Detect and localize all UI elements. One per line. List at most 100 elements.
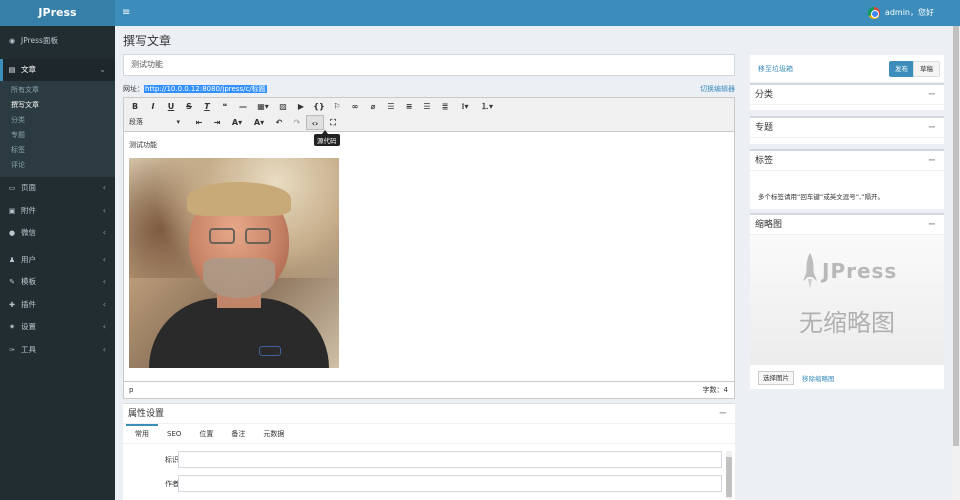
collapse-icon[interactable]: − (719, 404, 727, 424)
avatar (867, 7, 880, 19)
italic-icon[interactable]: I (144, 99, 162, 114)
sidebar-item-user[interactable]: ♟ 用户 ‹ (0, 249, 115, 272)
word-count: 字数：4 (702, 386, 728, 394)
underline-icon[interactable]: U (162, 99, 180, 114)
author-input[interactable] (178, 475, 722, 492)
collapse-icon[interactable]: − (928, 151, 936, 171)
tab-metadata[interactable]: 元数据 (254, 424, 293, 443)
strikethrough-icon[interactable]: S (180, 99, 198, 114)
submenu-comments[interactable]: 评论 (0, 158, 115, 173)
undo-icon[interactable]: ↶ (270, 115, 288, 130)
attribute-settings-panel: 属性设置 − 常用 SEO 位置 备注 元数据 标识 作者 (123, 403, 735, 500)
text-color-icon[interactable]: A▾ (226, 115, 248, 130)
tags-input[interactable] (755, 171, 939, 187)
source-code-icon[interactable]: ‹› (306, 115, 324, 130)
attribute-scrollbar[interactable] (726, 451, 732, 499)
content-image[interactable] (129, 158, 339, 368)
tags-panel: 标签 − 多个标签请用“回车键”或英文逗号“,”隔开。 (750, 149, 944, 209)
sidebar-item-template[interactable]: ✎ 模板 ‹ (0, 271, 115, 294)
submenu-all-articles[interactable]: 所有文章 (0, 83, 115, 98)
fullscreen-icon[interactable]: ⛶ (324, 115, 342, 130)
submenu-tags[interactable]: 标签 (0, 143, 115, 158)
thumbnail-placeholder[interactable]: JPress 无缩略图 (750, 235, 944, 365)
indent-icon[interactable]: ⇥ (208, 115, 226, 130)
topic-header: 专题 − (750, 118, 944, 138)
article-title-input[interactable]: 测试功能 (123, 54, 735, 76)
horizontal-rule-icon[interactable]: — (234, 99, 252, 114)
tab-notes[interactable]: 备注 (222, 424, 254, 443)
table-icon[interactable]: ▦▾ (252, 99, 274, 114)
sidebar-item-attachment[interactable]: ▣ 附件 ‹ (0, 200, 115, 223)
sidebar-item-tools[interactable]: ✑ 工具 ‹ (0, 339, 115, 362)
code-block-icon[interactable]: {} (310, 99, 328, 114)
video-icon[interactable]: ▶ (292, 99, 310, 114)
tab-common[interactable]: 常用 (126, 424, 158, 443)
photo-glasses-right (245, 228, 271, 244)
move-to-trash-link[interactable]: 移至垃圾箱 (758, 64, 793, 74)
url-link[interactable]: http://10.0.0.12:8080/jpress/c/标题 (144, 85, 267, 93)
url-row: 网址：http://10.0.0.12:8080/jpress/c/标题 切换编… (123, 84, 735, 94)
sidebar-item-dashboard[interactable]: ◉ JPress面板 (0, 30, 115, 53)
switch-editor-link[interactable]: 切换编辑器 (700, 84, 735, 94)
submenu-category[interactable]: 分类 (0, 113, 115, 128)
sidebar-item-label: 附件 (21, 205, 36, 215)
sidebar-item-label: 设置 (21, 322, 36, 331)
scrollbar-thumb[interactable] (953, 26, 959, 446)
app-logo[interactable]: JPress (0, 0, 115, 26)
tab-seo[interactable]: SEO (158, 424, 190, 443)
bullet-list-icon[interactable]: ⁝▾ (454, 99, 476, 114)
submenu-topic[interactable]: 专题 (0, 128, 115, 143)
page-scrollbar[interactable] (952, 26, 960, 500)
panel-title: 专题 (755, 123, 774, 133)
submenu-write-article[interactable]: 撰写文章 (0, 98, 115, 113)
menu-toggle-button[interactable]: ≡ (122, 0, 130, 26)
align-justify-icon[interactable]: ≣ (436, 99, 454, 114)
collapse-icon[interactable]: − (928, 215, 936, 235)
image-icon[interactable]: ▨ (274, 99, 292, 114)
user-menu[interactable]: admin，您好 (867, 0, 934, 26)
category-panel: 分类 − (750, 83, 944, 110)
link-icon[interactable]: ∞ (346, 99, 364, 114)
photo-glasses-left (209, 228, 235, 244)
numbered-list-icon[interactable]: ⒈▾ (476, 99, 498, 114)
toolbar-row-2: 段落 ⇤ ⇥ A▾ A▾ ↶ ↷ ‹› ⛶ (126, 115, 342, 130)
sidebar-item-label: 插件 (21, 299, 36, 309)
photo-beard (203, 258, 275, 298)
blockquote-icon[interactable]: ❝ (216, 99, 234, 114)
scrollbar-thumb[interactable] (726, 457, 732, 497)
editor-content[interactable]: 测试功能 (124, 132, 734, 376)
align-right-icon[interactable]: ☰ (418, 99, 436, 114)
category-header: 分类 − (750, 85, 944, 105)
remove-thumbnail-link[interactable]: 移除缩略图 (802, 373, 835, 383)
align-left-icon[interactable]: ☰ (382, 99, 400, 114)
background-color-icon[interactable]: A▾ (248, 115, 270, 130)
bookmark-icon[interactable]: ⚐ (328, 99, 346, 114)
tab-position[interactable]: 位置 (190, 424, 222, 443)
content-text: 测试功能 (129, 141, 157, 149)
collapse-icon[interactable]: − (928, 118, 936, 138)
sidebar-item-plugin[interactable]: ✚ 插件 ‹ (0, 294, 115, 317)
element-path[interactable]: p (129, 386, 133, 394)
photo-shirt (149, 298, 329, 368)
clear-format-icon[interactable]: T (198, 99, 216, 114)
sidebar-item-wechat[interactable]: ● 微信 ‹ (0, 222, 115, 245)
sidebar-item-article[interactable]: ▤ 文章 ⌄ (0, 58, 115, 81)
select-image-button[interactable]: 选择图片 (758, 371, 794, 385)
draft-button[interactable]: 草稿 (913, 61, 940, 77)
editor-statusbar: p 字数：4 (124, 381, 734, 398)
publish-button[interactable]: 发布 (889, 61, 914, 77)
redo-icon[interactable]: ↷ (288, 115, 306, 130)
sidebar-item-settings[interactable]: ✷ 设置 ‹ (0, 316, 115, 339)
dashboard-icon: ◉ (8, 37, 16, 45)
format-select[interactable]: 段落 (126, 115, 184, 130)
outdent-icon[interactable]: ⇤ (190, 115, 208, 130)
tags-header: 标签 − (750, 151, 944, 171)
sidebar-item-page[interactable]: ▭ 页面 ‹ (0, 177, 115, 200)
slug-input[interactable] (178, 451, 722, 468)
chevron-left-icon: ‹ (102, 228, 106, 237)
bold-icon[interactable]: B (126, 99, 144, 114)
unlink-icon[interactable]: ⌀ (364, 99, 382, 114)
publish-panel: 移至垃圾箱 发布 草稿 (750, 55, 944, 82)
align-center-icon[interactable]: ≡ (400, 99, 418, 114)
collapse-icon[interactable]: − (928, 85, 936, 105)
